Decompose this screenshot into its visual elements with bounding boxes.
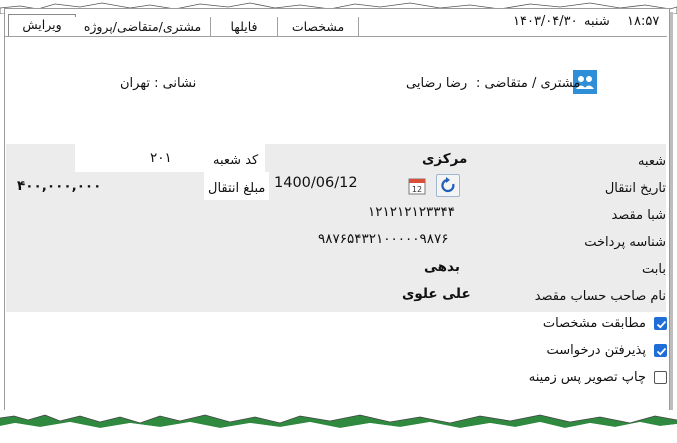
account-owner-label: نام صاحب حساب مقصد — [534, 289, 666, 304]
account-owner-value[interactable]: علی علوی — [402, 286, 471, 302]
status-time: ۱۸:۵۷ — [627, 14, 660, 29]
tab-details[interactable]: مشخصات — [278, 17, 359, 37]
customer-name: رضا رضایی — [406, 76, 468, 91]
branch-code-value[interactable]: ۲۰۱ — [150, 150, 172, 166]
payment-id-label: شناسه پرداخت — [584, 235, 666, 250]
branch-code-label: کد شعبه — [213, 153, 259, 168]
tab-customer-project[interactable]: مشتری/متقاضی/پروژه — [75, 17, 211, 37]
accept-request-label[interactable]: پذیرفتن درخواست — [547, 343, 647, 358]
reason-value[interactable]: بدهی — [424, 259, 460, 275]
check-icon — [656, 347, 667, 356]
transfer-date-label: تاریخ انتقال — [604, 181, 666, 196]
customer-address: نشانی : تهران — [120, 76, 197, 91]
match-details-checkbox[interactable] — [654, 317, 667, 330]
status-day: شنبه — [584, 14, 610, 29]
status-date: ۱۴۰۳/۰۴/۳۰ — [513, 14, 578, 29]
svg-text:12: 12 — [412, 185, 422, 194]
print-background-checkbox[interactable] — [654, 371, 667, 384]
branch-value[interactable]: مرکزی — [422, 151, 467, 167]
payment-id-value[interactable]: ۹۸۷۶۵۴۳۲۱۰۰۰۰۰۹۸۷۶ — [318, 231, 449, 247]
amount-value[interactable]: ۴۰۰,۰۰۰,۰۰۰ — [17, 178, 101, 194]
refresh-date-button[interactable] — [436, 174, 460, 197]
calendar-icon[interactable]: 12 — [408, 177, 426, 195]
tab-files[interactable]: فایلها — [211, 17, 278, 37]
accept-request-checkbox[interactable] — [654, 344, 667, 357]
sheba-label: شبا مقصد — [611, 208, 666, 223]
branch-label: شعبه — [637, 154, 666, 169]
match-details-label[interactable]: مطابقت مشخصات — [543, 316, 646, 331]
customer-label: مشتری / متقاضی : — [476, 76, 581, 91]
print-background-label[interactable]: چاپ تصویر پس زمینه — [529, 370, 646, 385]
refresh-icon — [441, 177, 455, 193]
tab-underline — [5, 36, 667, 37]
sheba-value[interactable]: ۱۲۱۲۱۲۱۲۳۳۴۴ — [368, 204, 455, 220]
reason-label: بابت — [642, 262, 666, 277]
check-icon — [656, 320, 667, 329]
torn-edge-bottom — [0, 410, 677, 443]
tab-edit[interactable]: ویرایش — [8, 14, 76, 37]
transfer-date-value[interactable]: 1400/06/12 — [274, 175, 358, 191]
amount-label: مبلغ انتقال — [208, 181, 266, 196]
